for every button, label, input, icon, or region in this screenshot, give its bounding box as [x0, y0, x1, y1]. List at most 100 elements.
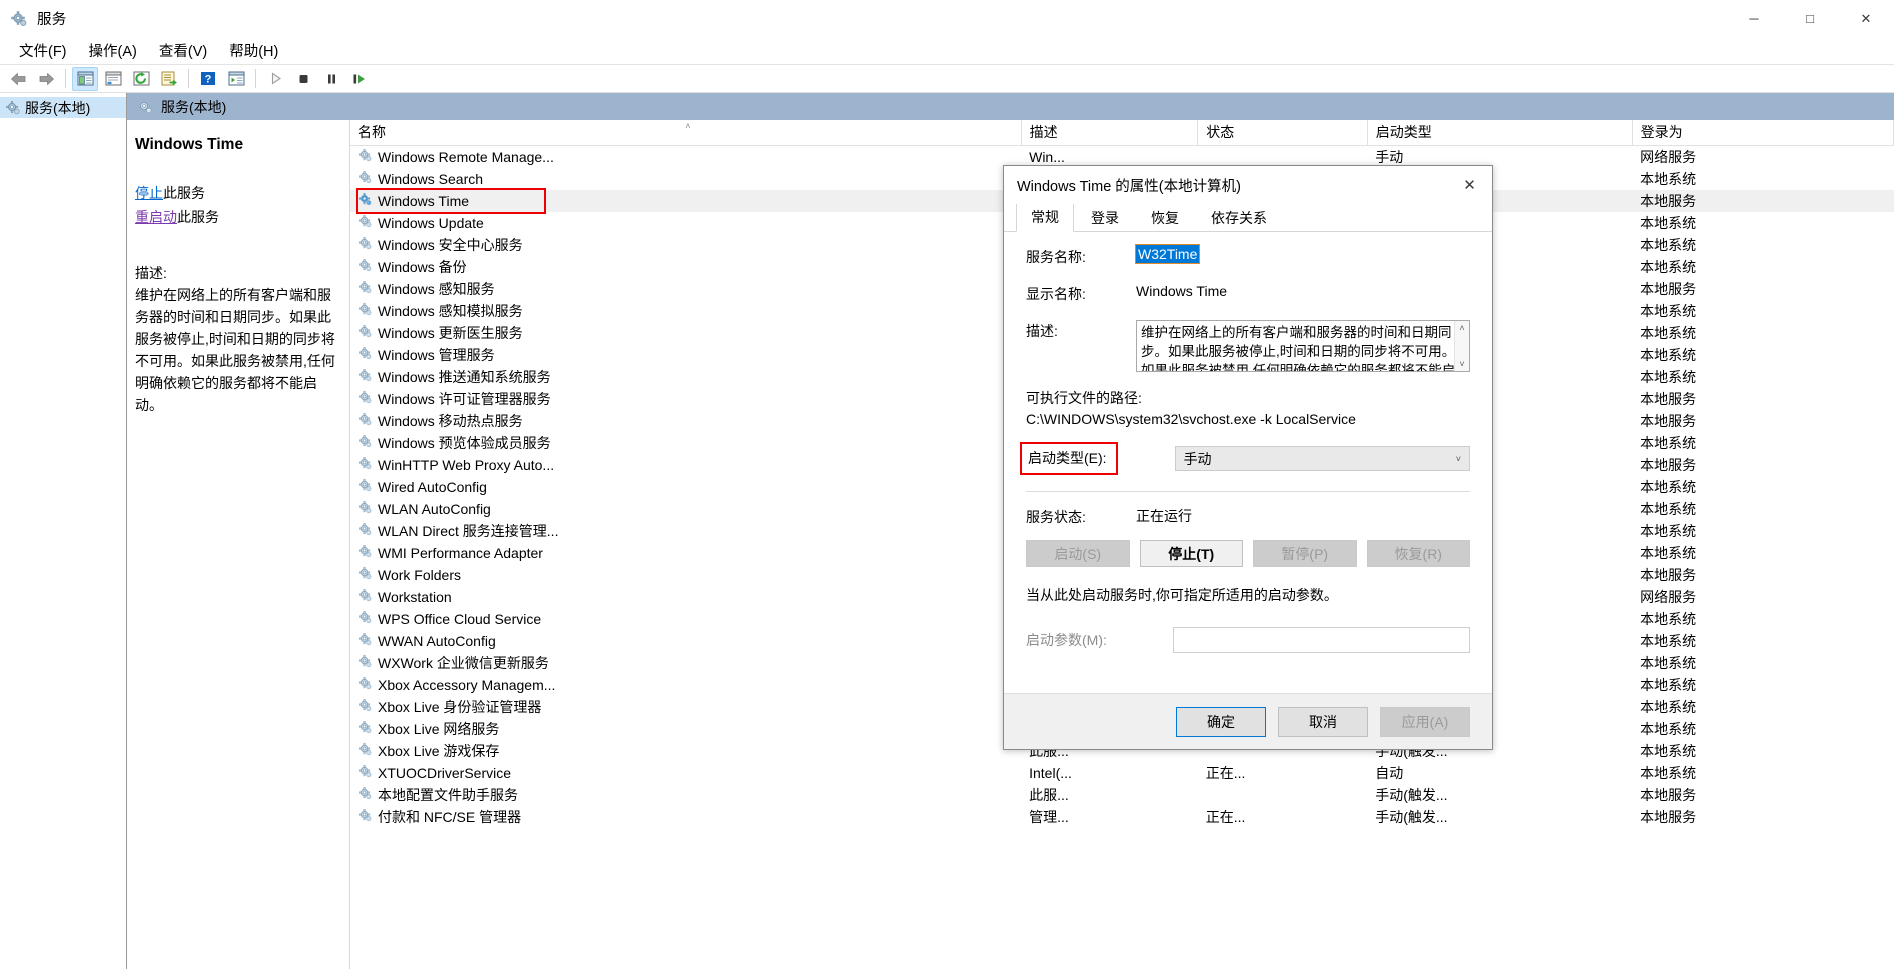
- svg-text:?: ?: [205, 74, 212, 86]
- service-name-value[interactable]: W32Time: [1136, 245, 1199, 263]
- cell-service-name: Workstation: [350, 586, 1021, 608]
- cell-startup-type: 手动(触发...: [1367, 784, 1632, 806]
- table-row[interactable]: XTUOCDriverServiceIntel(...正在...自动本地系统: [350, 762, 1894, 784]
- resume-button[interactable]: 恢复(R): [1367, 540, 1471, 567]
- close-button[interactable]: ✕: [1838, 0, 1894, 37]
- start-params-label: 启动参数(M):: [1026, 630, 1136, 650]
- cell-service-name: Windows 安全中心服务: [350, 234, 1021, 256]
- start-params-input[interactable]: [1173, 627, 1470, 653]
- apply-button[interactable]: 应用(A): [1380, 707, 1470, 737]
- restart-service-button[interactable]: [346, 67, 372, 91]
- column-header-startup-type[interactable]: 启动类型: [1367, 120, 1632, 145]
- back-button[interactable]: [5, 67, 31, 91]
- tab-dependencies[interactable]: 依存关系: [1196, 204, 1282, 232]
- service-name-text: WMI Performance Adapter: [378, 545, 543, 561]
- detail-description-label: 描述:: [135, 262, 335, 284]
- dialog-close-button[interactable]: ✕: [1447, 166, 1492, 204]
- cell-service-name: Windows 感知模拟服务: [350, 300, 1021, 322]
- stop-button[interactable]: 停止(T): [1140, 540, 1244, 567]
- cell-log-on-as: 本地系统: [1632, 476, 1893, 498]
- stop-service-button[interactable]: [290, 67, 316, 91]
- startup-type-label: 启动类型(E):: [1028, 450, 1107, 466]
- pause-button[interactable]: 暂停(P): [1253, 540, 1357, 567]
- cell-service-name: Windows 推送通知系统服务: [350, 366, 1021, 388]
- column-header-log-on-as[interactable]: 登录为: [1632, 120, 1893, 145]
- sort-ascending-icon: ˄: [685, 121, 690, 131]
- description-textarea[interactable]: 维护在网络上的所有客户端和服务器的时间和日期同步。如果此服务被停止,时间和日期的…: [1136, 320, 1470, 372]
- stop-service-suffix: 此服务: [163, 185, 205, 201]
- refresh-button[interactable]: [128, 67, 154, 91]
- scroll-up-icon[interactable]: ˄: [1459, 321, 1464, 335]
- service-name-text: Xbox Live 游戏保存: [378, 741, 499, 761]
- cell-service-name: Wired AutoConfig: [350, 476, 1021, 498]
- service-name-text: WLAN AutoConfig: [378, 501, 491, 517]
- service-name-text: Windows 许可证管理器服务: [378, 389, 551, 409]
- restart-service-link[interactable]: 重启动: [135, 209, 177, 225]
- tree-node-label: 服务(本地): [25, 98, 90, 118]
- startup-type-select[interactable]: 手动 ˅: [1175, 446, 1470, 471]
- table-row[interactable]: 付款和 NFC/SE 管理器管理...正在...手动(触发...本地服务: [350, 806, 1894, 828]
- forward-button[interactable]: [33, 67, 59, 91]
- cancel-button[interactable]: 取消: [1278, 707, 1368, 737]
- description-scrollbar[interactable]: ˄ ˅: [1454, 321, 1469, 371]
- ok-button[interactable]: 确定: [1176, 707, 1266, 737]
- menu-action[interactable]: 操作(A): [78, 37, 148, 64]
- export-list-button[interactable]: [156, 67, 182, 91]
- service-gear-icon: [358, 588, 378, 606]
- service-name-text: Windows 感知模拟服务: [378, 301, 523, 321]
- panes: Windows Time 停止此服务 重启动此服务 描述: 维护在网络上的所有客…: [127, 120, 1894, 969]
- cell-log-on-as: 本地系统: [1632, 696, 1893, 718]
- maximize-button[interactable]: □: [1782, 0, 1838, 37]
- column-header-name[interactable]: ˄ 名称: [350, 120, 1021, 145]
- show-action-pane-button[interactable]: [223, 67, 249, 91]
- service-gear-icon: [358, 346, 378, 364]
- tab-log-on[interactable]: 登录: [1076, 204, 1134, 232]
- scroll-down-icon[interactable]: ˅: [1459, 357, 1464, 371]
- display-name-value[interactable]: Windows Time: [1136, 283, 1470, 299]
- services-table-header-row: ˄ 名称 描述 状态 启动类型 登录为: [350, 120, 1894, 145]
- service-gear-icon: [358, 610, 378, 628]
- menu-view[interactable]: 查看(V): [148, 37, 218, 64]
- cell-log-on-as: 本地服务: [1632, 806, 1893, 828]
- menu-help[interactable]: 帮助(H): [218, 37, 289, 64]
- startup-type-value: 手动: [1184, 449, 1212, 469]
- menu-file[interactable]: 文件(F): [8, 37, 78, 64]
- tab-recovery[interactable]: 恢复: [1136, 204, 1194, 232]
- cell-service-name: WLAN AutoConfig: [350, 498, 1021, 520]
- cell-service-name: Windows 备份: [350, 256, 1021, 278]
- cell-log-on-as: 本地服务: [1632, 564, 1893, 586]
- menu-bar: 文件(F) 操作(A) 查看(V) 帮助(H): [0, 37, 1894, 64]
- cell-service-name: Xbox Accessory Managem...: [350, 674, 1021, 696]
- minimize-button[interactable]: ─: [1726, 0, 1782, 37]
- column-header-status[interactable]: 状态: [1198, 120, 1368, 145]
- column-header-description[interactable]: 描述: [1021, 120, 1198, 145]
- service-name-text: Windows 移动热点服务: [378, 411, 523, 431]
- show-hide-tree-button[interactable]: [72, 67, 98, 91]
- service-name-text: WXWork 企业微信更新服务: [378, 653, 549, 673]
- pause-service-button[interactable]: [318, 67, 344, 91]
- cell-log-on-as: 本地系统: [1632, 498, 1893, 520]
- start-service-button[interactable]: [262, 67, 288, 91]
- console-tree-pane: 服务(本地): [0, 93, 127, 969]
- help-button[interactable]: ?: [195, 67, 221, 91]
- stop-service-link[interactable]: 停止: [135, 185, 163, 201]
- properties-button[interactable]: [100, 67, 126, 91]
- console-content: 服务(本地) Windows Time 停止此服务 重启动此服务 描述: 维护在…: [127, 93, 1894, 969]
- executable-path-value: C:\WINDOWS\system32\svchost.exe -k Local…: [1026, 411, 1470, 427]
- service-gear-icon: [358, 302, 378, 320]
- service-gear-icon: [358, 566, 378, 584]
- dialog-title-bar: Windows Time 的属性(本地计算机) ✕: [1004, 166, 1492, 204]
- services-list-pane[interactable]: ˄ 名称 描述 状态 启动类型 登录为 Windows Remote Manag…: [349, 120, 1894, 969]
- service-gear-icon: [358, 676, 378, 694]
- service-name-text: WWAN AutoConfig: [378, 633, 496, 649]
- table-row[interactable]: 本地配置文件助手服务此服...手动(触发...本地服务: [350, 784, 1894, 806]
- service-gear-icon: [358, 786, 378, 804]
- service-name-text: Windows Search: [378, 171, 483, 187]
- tab-general[interactable]: 常规: [1016, 204, 1074, 232]
- start-button[interactable]: 启动(S): [1026, 540, 1130, 567]
- start-params-row: 启动参数(M):: [1026, 627, 1470, 653]
- service-status-value: 正在运行: [1136, 506, 1470, 527]
- cell-service-name: WinHTTP Web Proxy Auto...: [350, 454, 1021, 476]
- tree-node-services-local[interactable]: 服务(本地): [0, 97, 126, 118]
- service-gear-icon: [358, 764, 378, 782]
